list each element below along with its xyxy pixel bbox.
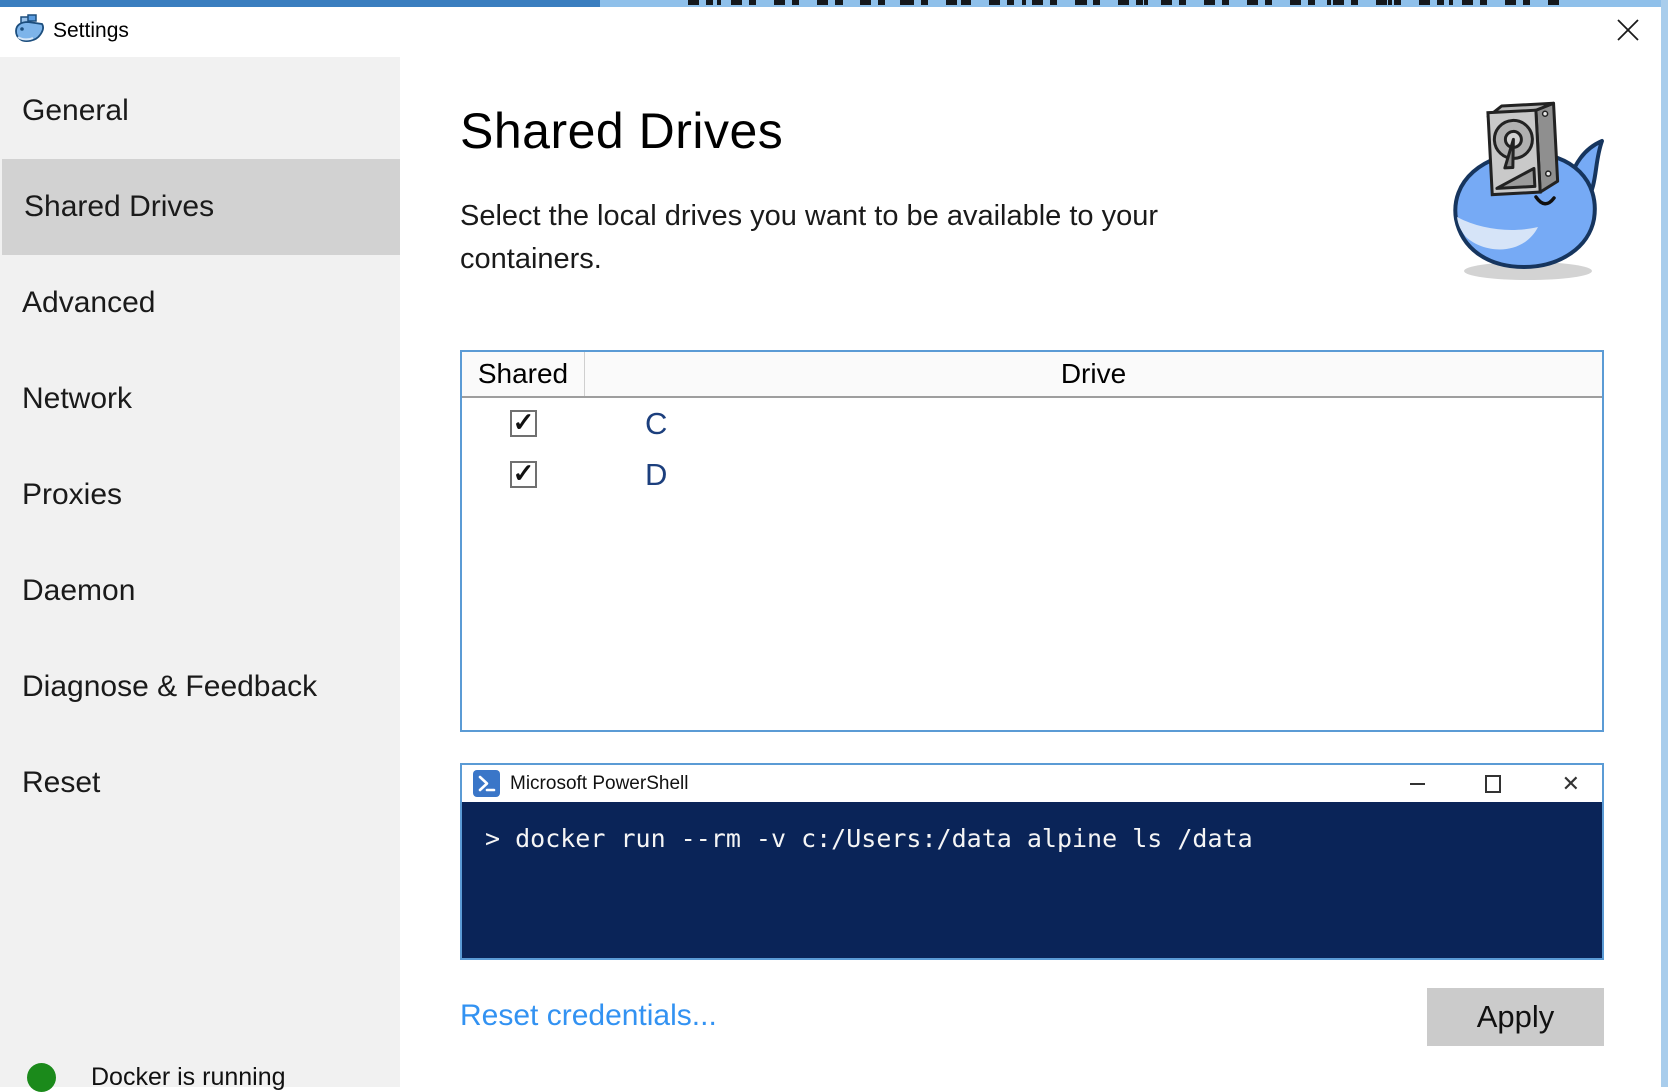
title-bar: Settings (0, 7, 1661, 57)
table-row: ✓ C (462, 398, 1602, 449)
reset-credentials-link[interactable]: Reset credentials... (460, 999, 717, 1033)
check-icon: ✓ (512, 458, 535, 488)
background-window-edge-right (1661, 0, 1668, 1087)
sidebar-item-proxies[interactable]: Proxies (0, 447, 400, 543)
sidebar-item-general[interactable]: General (0, 63, 400, 159)
clipped-background-text (688, 0, 1566, 5)
powershell-icon (473, 770, 500, 797)
minimize-icon[interactable] (1410, 782, 1425, 785)
close-icon[interactable]: ✕ (1562, 772, 1580, 795)
sidebar-item-daemon[interactable]: Daemon (0, 543, 400, 639)
sidebar-item-advanced[interactable]: Advanced (0, 255, 400, 351)
drive-d-shared-checkbox[interactable]: ✓ (510, 458, 537, 488)
maximize-icon[interactable] (1485, 774, 1502, 793)
column-header-shared: Shared (462, 352, 585, 396)
shared-drives-table: Shared Drive ✓ C ✓ D (460, 350, 1604, 732)
shared-drives-pane: Shared Drives Select the local drives yo… (400, 57, 1661, 1087)
drive-letter: D (645, 456, 668, 492)
settings-sidebar: General Shared Drives Advanced Network P… (0, 57, 400, 1092)
status-running-dot (27, 1063, 56, 1092)
docker-whale-icon (13, 14, 47, 46)
powershell-window-controls: ✕ (1410, 772, 1580, 795)
column-header-drive: Drive (1060, 358, 1127, 389)
powershell-example-panel: Microsoft PowerShell ✕ > docker run --rm… (460, 763, 1604, 960)
check-icon: ✓ (512, 407, 535, 437)
powershell-title: Microsoft PowerShell (510, 772, 689, 794)
apply-button[interactable]: Apply (1427, 988, 1604, 1046)
powershell-terminal: > docker run --rm -v c:/Users:/data alpi… (462, 802, 1602, 958)
window-close-button[interactable] (1608, 12, 1648, 48)
page-title: Shared Drives (460, 103, 784, 159)
table-header: Shared Drive (462, 352, 1602, 398)
background-window-edge-top (0, 0, 1668, 7)
sidebar-item-network[interactable]: Network (0, 351, 400, 447)
drive-letter: C (645, 405, 668, 441)
terminal-command: > docker run --rm -v c:/Users:/data alpi… (485, 824, 1253, 853)
window-title: Settings (53, 19, 129, 42)
drive-c-shared-checkbox[interactable]: ✓ (510, 407, 537, 437)
page-subtitle: Select the local drives you want to be a… (460, 200, 1159, 275)
sidebar-item-reset[interactable]: Reset (0, 735, 400, 831)
powershell-titlebar: Microsoft PowerShell ✕ (462, 765, 1602, 802)
sidebar-item-shared-drives[interactable]: Shared Drives (2, 159, 400, 255)
background-window-edge-dark (0, 0, 600, 7)
sidebar-items: General Shared Drives Advanced Network P… (0, 63, 400, 831)
table-row: ✓ D (462, 449, 1602, 500)
docker-whale-harddrive-illustration (1440, 95, 1610, 287)
status-text: Docker is running (91, 1063, 286, 1091)
sidebar-item-diagnose-feedback[interactable]: Diagnose & Feedback (0, 639, 400, 735)
docker-status: Docker is running (27, 1063, 286, 1092)
